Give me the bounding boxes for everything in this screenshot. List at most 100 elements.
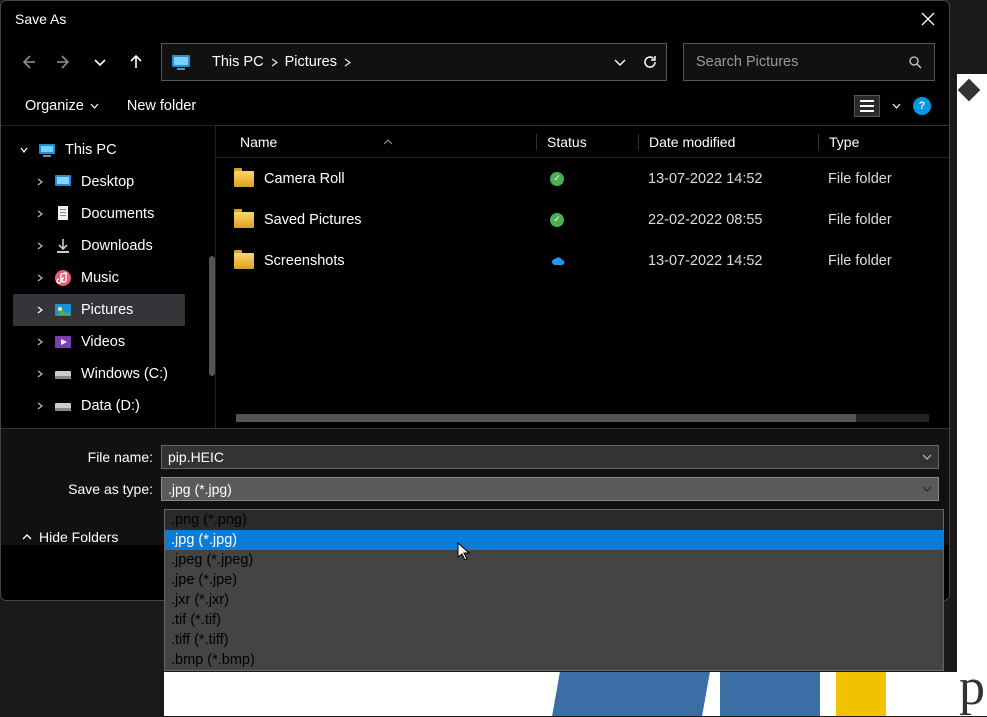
horizontal-scrollbar[interactable]: [236, 414, 929, 422]
breadcrumb-this-pc[interactable]: This PC: [212, 54, 264, 70]
forward-button[interactable]: [55, 53, 73, 71]
desktop-icon: [53, 172, 73, 192]
view-options-button[interactable]: [854, 95, 880, 117]
videos-icon: [53, 332, 73, 352]
drive-icon: [53, 364, 73, 384]
recent-button[interactable]: [91, 53, 109, 71]
help-button[interactable]: ?: [913, 97, 931, 115]
chevron-right-icon[interactable]: [35, 177, 45, 187]
tree-downloads[interactable]: Downloads: [1, 230, 215, 262]
documents-icon: [53, 204, 73, 224]
search-input[interactable]: [696, 54, 886, 70]
file-type: File folder: [818, 171, 949, 187]
saveastype-combo[interactable]: .jpg (*.jpg): [161, 477, 939, 501]
status-synced-icon: ✓: [550, 172, 564, 186]
address-dropdown[interactable]: [612, 54, 628, 70]
filetype-dropdown: .png (*.png) .jpg (*.jpg) .jpeg (*.jpeg)…: [164, 509, 944, 671]
chevron-right-icon[interactable]: [35, 337, 45, 347]
dropdown-option[interactable]: .png (*.png): [165, 510, 943, 530]
column-status[interactable]: Status: [536, 134, 638, 150]
file-type: File folder: [818, 212, 949, 228]
filename-label: File name:: [1, 449, 161, 465]
file-date: 13-07-2022 14:52: [638, 171, 818, 187]
tree-label: Desktop: [81, 174, 134, 190]
tree-label: Documents: [81, 206, 154, 222]
organize-menu[interactable]: Organize: [25, 98, 99, 114]
column-type[interactable]: Type: [818, 134, 949, 150]
file-row[interactable]: Camera Roll ✓ 13-07-2022 14:52 File fold…: [216, 158, 949, 199]
drive-icon: [53, 396, 73, 416]
folder-icon: [234, 171, 254, 187]
refresh-button[interactable]: [642, 54, 658, 70]
up-button[interactable]: [127, 53, 145, 71]
tree-label: Data (D:): [81, 398, 140, 414]
dropdown-option[interactable]: .jpe (*.jpe): [165, 570, 943, 590]
downloads-icon: [53, 236, 73, 256]
this-pc-icon: [170, 51, 192, 73]
status-synced-icon: ✓: [550, 213, 564, 227]
filename-input[interactable]: pip.HEIC: [161, 445, 939, 469]
search-box[interactable]: [683, 43, 935, 81]
toolbar: Organize New folder ?: [1, 91, 949, 125]
chevron-down-icon[interactable]: [19, 145, 29, 155]
chevron-right-icon[interactable]: [35, 273, 45, 283]
file-name: Saved Pictures: [264, 212, 362, 228]
sort-indicator-icon: [383, 139, 393, 145]
file-row[interactable]: Saved Pictures ✓ 22-02-2022 08:55 File f…: [216, 199, 949, 240]
titlebar: Save As: [1, 1, 949, 37]
back-button[interactable]: [19, 53, 37, 71]
tree-drive-d[interactable]: Data (D:): [1, 390, 215, 422]
music-icon: [53, 268, 73, 288]
dropdown-option[interactable]: .tif (*.tif): [165, 610, 943, 630]
tree-documents[interactable]: Documents: [1, 198, 215, 230]
file-name: Screenshots: [264, 253, 345, 269]
chevron-down-icon[interactable]: [922, 454, 932, 460]
view-dropdown[interactable]: [892, 103, 901, 109]
chevron-right-icon[interactable]: [343, 58, 352, 67]
column-date[interactable]: Date modified: [638, 134, 818, 150]
tree-this-pc[interactable]: This PC: [1, 134, 215, 166]
tree-label: Videos: [81, 334, 125, 350]
dropdown-option[interactable]: .bmp (*.bmp): [165, 650, 943, 670]
background-app: [957, 74, 987, 714]
file-type: File folder: [818, 253, 949, 269]
dropdown-option[interactable]: .jpeg (*.jpeg): [165, 550, 943, 570]
tree-pictures[interactable]: Pictures: [13, 294, 185, 326]
tree-videos[interactable]: Videos: [1, 326, 215, 358]
nav-tree: This PC Desktop Documents Downloads Musi: [1, 125, 215, 428]
tree-drive-c[interactable]: Windows (C:): [1, 358, 215, 390]
chevron-right-icon[interactable]: [35, 209, 45, 219]
breadcrumb-pictures[interactable]: Pictures: [285, 54, 337, 70]
chevron-right-icon[interactable]: [35, 401, 45, 411]
tree-label: Pictures: [81, 302, 133, 318]
chevron-right-icon[interactable]: [35, 369, 45, 379]
column-name[interactable]: Name: [216, 134, 536, 150]
pictures-icon: [53, 300, 73, 320]
tree-music[interactable]: Music: [1, 262, 215, 294]
file-date: 22-02-2022 08:55: [638, 212, 818, 228]
column-headers: Name Status Date modified Type: [216, 126, 949, 158]
nav-row: This PC Pictures: [1, 37, 949, 91]
tree-label: Windows (C:): [81, 366, 168, 382]
tree-label: Downloads: [81, 238, 153, 254]
folder-icon: [234, 253, 254, 269]
file-date: 13-07-2022 14:52: [638, 253, 818, 269]
dropdown-option[interactable]: .tiff (*.tiff): [165, 630, 943, 650]
search-icon[interactable]: [908, 55, 922, 69]
new-folder-button[interactable]: New folder: [127, 98, 196, 114]
file-name: Camera Roll: [264, 171, 345, 187]
chevron-right-icon[interactable]: [35, 305, 45, 315]
status-cloud-icon: [550, 255, 638, 267]
file-row[interactable]: Screenshots 13-07-2022 14:52 File folder: [216, 240, 949, 281]
dropdown-option[interactable]: .jxr (*.jxr): [165, 590, 943, 610]
folder-icon: [234, 212, 254, 228]
tree-desktop[interactable]: Desktop: [1, 166, 215, 198]
close-button[interactable]: [921, 12, 935, 26]
dropdown-option[interactable]: .jpg (*.jpg): [165, 530, 943, 550]
chevron-right-icon[interactable]: [270, 58, 279, 67]
tree-label: This PC: [65, 142, 117, 158]
window-title: Save As: [15, 11, 66, 27]
address-bar[interactable]: This PC Pictures: [161, 43, 667, 81]
chevron-right-icon[interactable]: [35, 241, 45, 251]
chevron-down-icon[interactable]: [922, 486, 932, 492]
